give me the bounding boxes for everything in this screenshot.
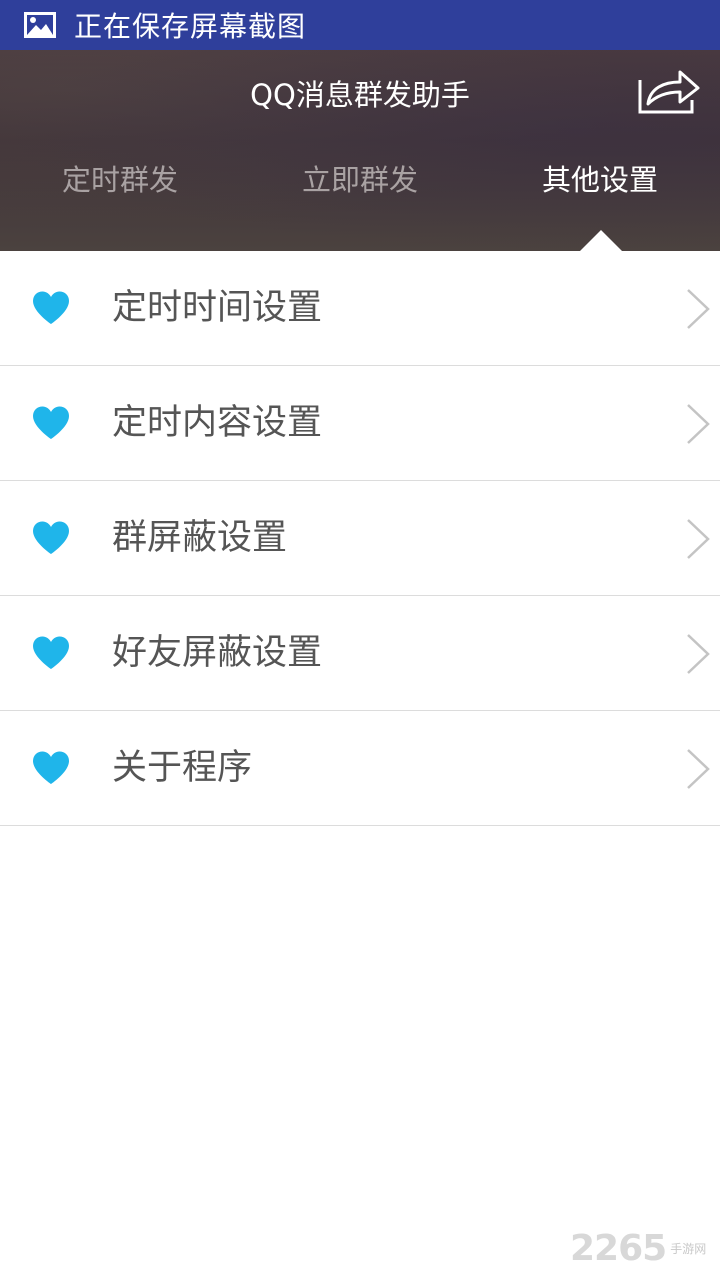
menu-item-group-block[interactable]: 群屏蔽设置	[0, 481, 720, 596]
menu-item-label: 定时内容设置	[112, 403, 323, 443]
active-tab-indicator	[580, 230, 622, 251]
heart-icon	[33, 751, 69, 784]
tab-bar: 定时群发 立即群发 其他设置	[0, 150, 720, 210]
chevron-right-icon	[687, 749, 710, 789]
chevron-right-icon	[687, 634, 710, 674]
chevron-right-icon	[687, 519, 710, 559]
share-icon[interactable]	[636, 64, 700, 116]
page-title: QQ消息群发助手	[250, 78, 470, 112]
menu-item-schedule-content[interactable]: 定时内容设置	[0, 366, 720, 481]
tab-other-settings[interactable]: 其他设置	[480, 150, 720, 210]
watermark-suffix: 手游网	[670, 1241, 707, 1256]
settings-menu: 定时时间设置 定时内容设置 群屏蔽设置 好友屏蔽设置 关于程序	[0, 251, 720, 826]
menu-item-label: 定时时间设置	[112, 288, 323, 328]
heart-icon	[33, 636, 69, 669]
menu-item-label: 关于程序	[112, 748, 253, 788]
status-bar: 正在保存屏幕截图	[0, 0, 720, 50]
tab-instant-send[interactable]: 立即群发	[240, 150, 480, 210]
menu-item-schedule-time[interactable]: 定时时间设置	[0, 251, 720, 366]
chevron-right-icon	[687, 289, 710, 329]
status-text: 正在保存屏幕截图	[74, 10, 307, 43]
image-icon	[24, 12, 56, 38]
menu-item-label: 好友屏蔽设置	[112, 633, 323, 673]
chevron-right-icon	[687, 404, 710, 444]
watermark-logo: 2265 手游网	[570, 1228, 706, 1269]
tab-scheduled-send[interactable]: 定时群发	[0, 150, 240, 210]
heart-icon	[33, 521, 69, 554]
watermark-number: 2265	[570, 1228, 667, 1269]
heart-icon	[33, 406, 69, 439]
app-header: QQ消息群发助手 定时群发 立即群发 其他设置	[0, 50, 720, 251]
menu-item-label: 群屏蔽设置	[112, 518, 288, 558]
menu-item-about[interactable]: 关于程序	[0, 711, 720, 826]
heart-icon	[33, 291, 69, 324]
menu-item-friend-block[interactable]: 好友屏蔽设置	[0, 596, 720, 711]
